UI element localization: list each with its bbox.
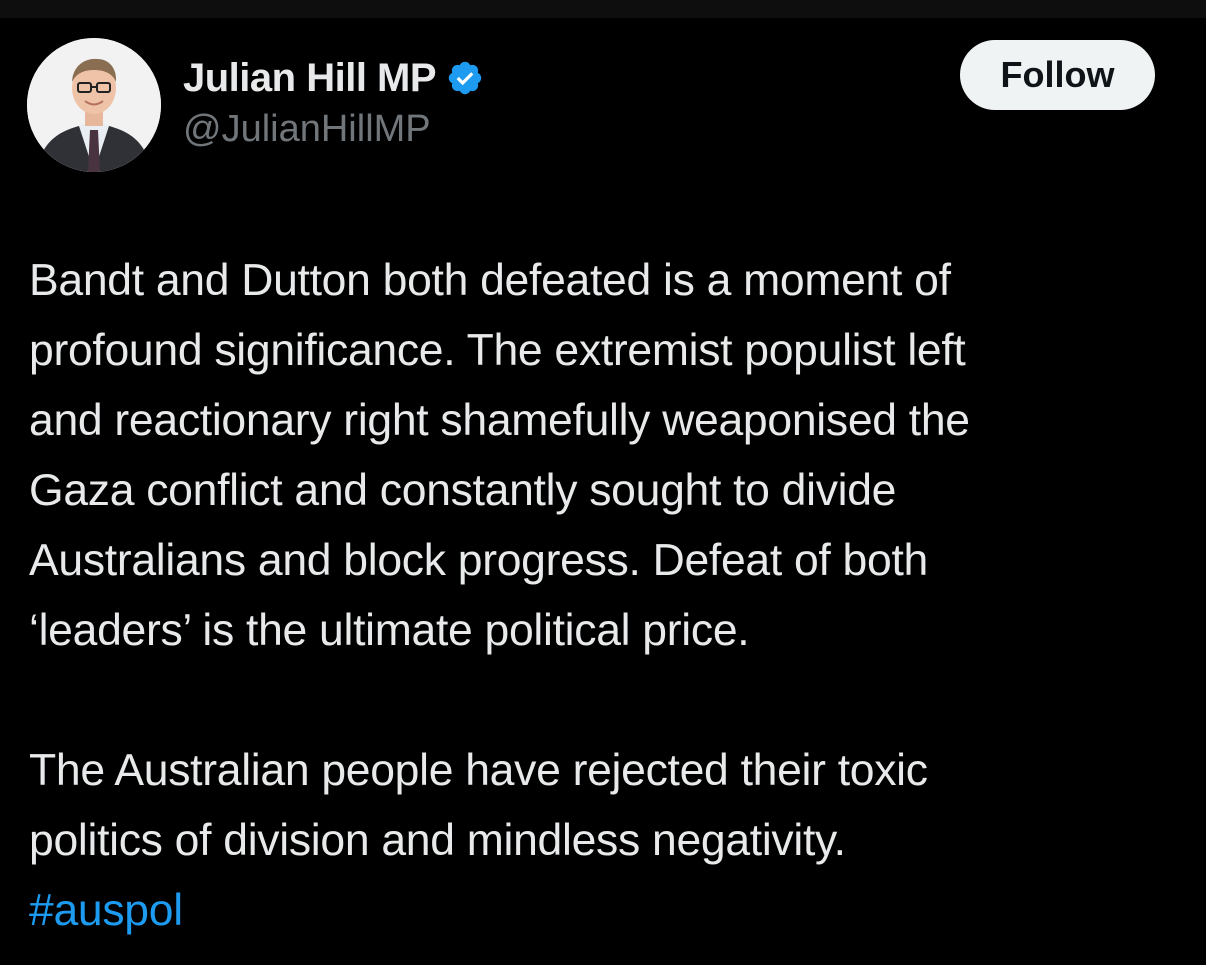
top-bar xyxy=(0,0,1206,18)
author-display-name[interactable]: Julian Hill MP xyxy=(183,56,437,101)
hashtag-link[interactable]: #auspol xyxy=(29,886,183,935)
avatar[interactable] xyxy=(27,38,161,172)
follow-button[interactable]: Follow xyxy=(960,40,1155,110)
profile-photo-icon xyxy=(27,38,161,172)
verified-badge-icon xyxy=(446,59,484,97)
author-handle[interactable]: @JulianHillMP xyxy=(183,108,431,151)
tweet-paragraph-1: Bandt and Dutton both defeated is a mome… xyxy=(29,256,970,655)
tweet-paragraph-2-text: The Australian people have rejected thei… xyxy=(29,746,928,865)
tweet-card: Julian Hill MP @JulianHillMP Follow Band… xyxy=(0,18,1206,965)
tweet-paragraph-2: The Australian people have rejected thei… xyxy=(29,736,1189,946)
author-name-row[interactable]: Julian Hill MP xyxy=(183,54,484,102)
tweet-text: Bandt and Dutton both defeated is a mome… xyxy=(29,246,1189,946)
